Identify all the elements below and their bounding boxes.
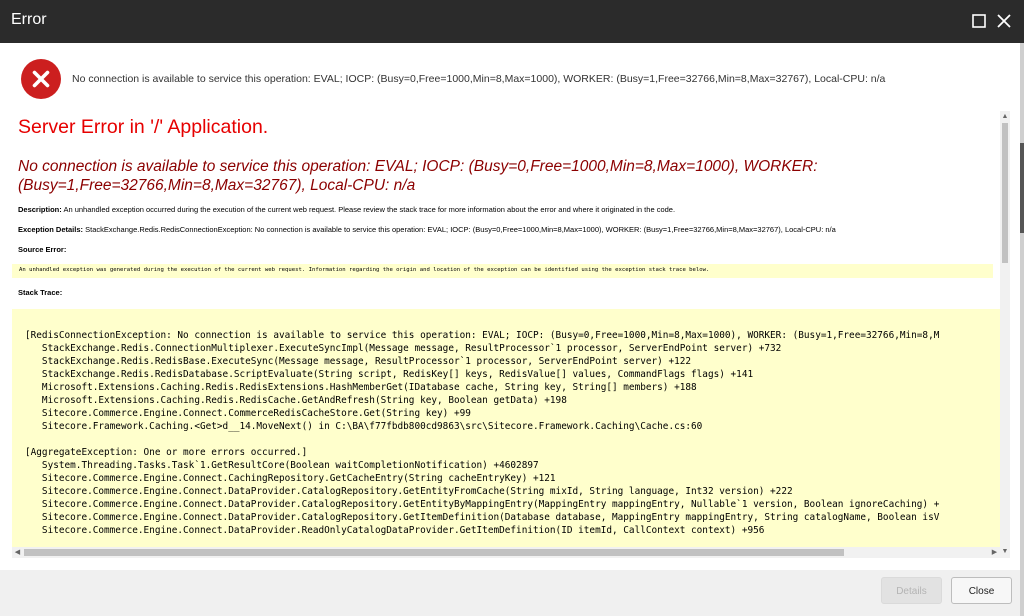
exception-details-line: Exception Details: StackExchange.Redis.R…: [18, 225, 836, 234]
server-error-heading: Server Error in '/' Application.: [18, 116, 269, 138]
dialog-footer: Details Close: [0, 570, 1020, 616]
exception-details-label: Exception Details:: [18, 225, 84, 234]
error-page-content: Server Error in '/' Application. No conn…: [12, 111, 1000, 558]
error-title: No connection is available to service th…: [18, 158, 818, 194]
description-text: An unhandled exception occurred during t…: [63, 205, 676, 214]
scroll-up-arrow-icon[interactable]: ▲: [1001, 113, 1009, 121]
scroll-right-arrow-icon[interactable]: ▶: [990, 548, 999, 557]
content-horizontal-scrollbar[interactable]: ◀ ▶: [12, 547, 1000, 558]
description-line: Description: An unhandled exception occu…: [18, 205, 675, 214]
maximize-icon: [972, 14, 986, 28]
close-window-button[interactable]: [994, 11, 1014, 31]
dialog-title: Error: [11, 11, 47, 28]
close-button[interactable]: Close: [951, 577, 1012, 604]
outer-scrollbar[interactable]: [1020, 43, 1024, 616]
error-message-row: No connection is available to service th…: [0, 43, 1020, 111]
exception-details-text: StackExchange.Redis.RedisConnectionExcep…: [85, 225, 836, 234]
stack-trace-label: Stack Trace:: [18, 288, 63, 297]
error-message-text: No connection is available to service th…: [72, 73, 886, 85]
scroll-down-arrow-icon[interactable]: ▼: [1001, 548, 1009, 556]
source-error-box: An unhandled exception was generated dur…: [12, 264, 993, 278]
horizontal-scrollbar-thumb[interactable]: [24, 549, 844, 556]
error-circle-icon: [20, 58, 62, 100]
source-error-label: Source Error:: [18, 245, 67, 254]
source-error-text: An unhandled exception was generated dur…: [19, 267, 710, 273]
close-icon: [997, 14, 1011, 28]
stack-trace-line: Stack Trace:: [18, 288, 62, 297]
vertical-scrollbar-thumb[interactable]: [1002, 123, 1008, 263]
content-vertical-scrollbar[interactable]: ▲ ▼: [1000, 111, 1010, 558]
scroll-left-arrow-icon[interactable]: ◀: [13, 548, 22, 557]
title-bar: Error: [0, 0, 1024, 43]
stack-trace-text: [RedisConnectionException: No connection…: [25, 330, 940, 536]
error-dialog: Error No connection is available to serv…: [0, 0, 1024, 616]
source-error-line: Source Error:: [18, 245, 66, 254]
stack-trace-box: [RedisConnectionException: No connection…: [12, 309, 1000, 558]
description-label: Description:: [18, 205, 62, 214]
outer-scrollbar-thumb[interactable]: [1020, 143, 1024, 233]
maximize-button[interactable]: [969, 11, 989, 31]
details-button[interactable]: Details: [881, 577, 942, 604]
